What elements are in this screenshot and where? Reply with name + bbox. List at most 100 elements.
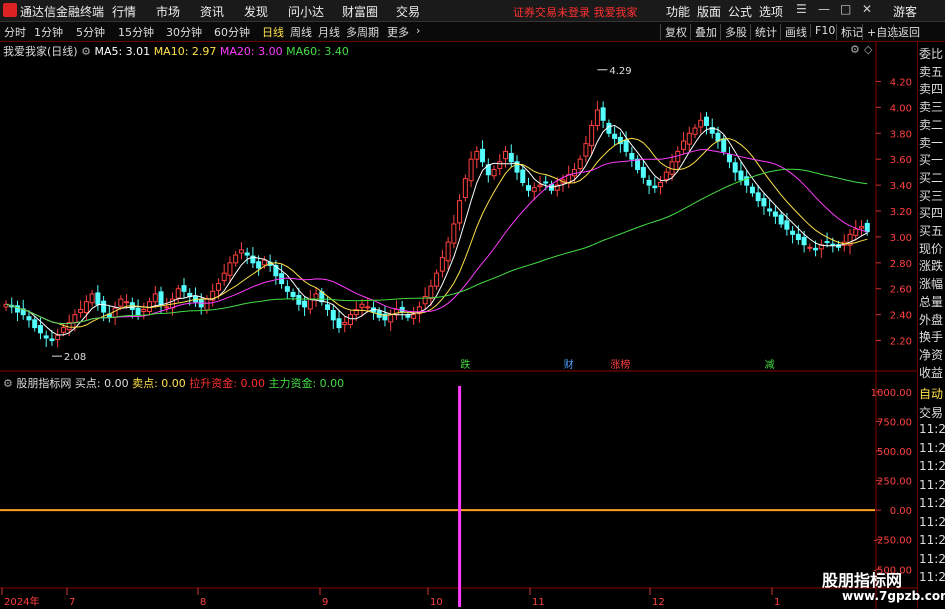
menu-trade[interactable]: 交易 [396,3,420,20]
tool-stats[interactable]: 统计 [750,24,777,40]
candle-body [652,185,658,189]
close-icon[interactable]: ✕ [862,2,872,16]
date-tick-label: 1 [774,597,780,608]
period-more[interactable]: 更多 [387,24,409,40]
period-5min[interactable]: 5分钟 [76,24,105,40]
candle-body [778,214,784,225]
side-time-label: 11:29 [919,570,945,584]
period-30min[interactable]: 30分钟 [166,24,202,40]
minimize-icon[interactable]: — [818,2,830,16]
menu-sectors[interactable]: 市场 [156,3,180,20]
side-label: 卖四 [919,82,944,97]
tool-draw[interactable]: 画线 [780,24,807,40]
tool-adjust[interactable]: 复权 [660,24,687,40]
app-name: 通达信金融终端 [20,5,105,19]
period-1min[interactable]: 1分钟 [34,24,63,40]
menu-options[interactable]: 选项 [759,3,783,20]
price-tick-label: 3.00 [890,233,912,244]
candle-body [629,152,635,160]
menu-market[interactable]: 行情 [112,3,136,20]
candle-body [411,314,417,319]
candle-body [43,335,49,339]
hamburger-icon[interactable]: ☰ [796,2,807,16]
auto-trade-label[interactable]: 交易 [919,404,945,421]
candle-body [594,109,600,126]
candle-body [325,304,331,310]
candle-body [445,241,451,262]
menu-function[interactable]: 功能 [666,3,690,20]
period-tick[interactable]: 分时 [4,24,26,40]
candle-body [296,294,302,305]
auto-trade-label[interactable]: 自动 [919,385,945,402]
tool-f10[interactable]: F10 [810,24,835,37]
candle-body [26,316,32,321]
ma10-line [5,137,868,328]
candle-body [692,127,698,135]
event-tag: 财 [564,358,574,371]
side-time-label: 11:28 [919,440,945,455]
menu-formula[interactable]: 公式 [728,3,752,20]
price-tick-label: 3.80 [890,129,912,140]
price-tick-label: 2.40 [890,311,912,322]
candle-body [158,291,164,305]
price-tick-label: 2.80 [890,259,912,270]
tool-overlay[interactable]: 叠加 [690,24,717,40]
date-tick-label: 9 [322,597,328,608]
candle-body [388,314,394,323]
period-daily[interactable]: 日线 [262,24,284,40]
menu-assistant[interactable]: 问小达 [288,3,324,20]
candle-body [761,198,767,207]
kline-chart[interactable]: 2.20 2.40 2.60 2.80 3.00 3.20 3.40 3.60 3.80 4.00… [0,42,917,609]
ma60-label: MA60: 3.40 [286,45,349,58]
candle-body [658,181,664,188]
indicator-settings-icon[interactable]: ⚙ [3,377,13,390]
app-logo-icon [3,3,17,17]
price-tick-label: 4.20 [890,77,912,88]
candle-body [83,301,89,314]
side-label: 买三 [919,188,944,203]
login-warning[interactable]: 证券交易未登录 我爱我家 [513,4,638,20]
candle-body [204,298,210,311]
side-label: 现价 [919,241,944,256]
side-time-label: 11:29 [919,459,945,473]
menu-discover[interactable]: 发现 [244,3,268,20]
candle-body [525,185,531,191]
side-label: 委比 [919,47,944,61]
candle-body [790,230,796,235]
event-tag: 减 [765,359,775,371]
tool-back[interactable]: 返回 [893,24,920,40]
candle-body [112,307,118,318]
tool-multistock[interactable]: 多股 [720,24,747,40]
candle-body [767,208,773,212]
side-time-label: 11:29 [919,551,945,566]
period-monthly[interactable]: 月线 [318,24,340,40]
pane-collapse-icon[interactable]: ◇ [864,43,872,56]
candle-body [290,291,296,298]
pane-settings-icon[interactable]: ⚙ [850,43,860,56]
menu-layout[interactable]: 版面 [697,3,721,20]
candle-body [72,314,78,323]
settings-gear-icon[interactable]: ⚙ [81,45,91,58]
period-multi[interactable]: 多周期 [346,24,379,40]
candle-body [520,169,526,183]
menu-news[interactable]: 资讯 [200,3,224,20]
tool-mark[interactable]: 标记 [836,24,863,40]
maximize-icon[interactable]: □ [840,2,851,16]
menu-community[interactable]: 财富圈 [342,3,378,20]
period-weekly[interactable]: 周线 [290,24,312,40]
ma10-label: MA10: 2.97 [153,45,217,58]
side-label: 买五 [919,224,944,238]
candle-body [342,321,348,325]
candle-body [623,140,629,152]
period-15min[interactable]: 15分钟 [118,24,154,40]
candle-body [543,181,549,184]
candle-body [330,310,336,321]
candle-body [571,169,577,177]
candle-body [721,138,727,152]
indicator-tick-label: 500.00 [877,447,912,458]
candle-body [824,241,830,244]
chevron-right-icon[interactable]: › [416,24,420,37]
period-60min[interactable]: 60分钟 [214,24,250,40]
candle-body [336,318,342,329]
guest-label[interactable]: 游客 [893,3,917,20]
